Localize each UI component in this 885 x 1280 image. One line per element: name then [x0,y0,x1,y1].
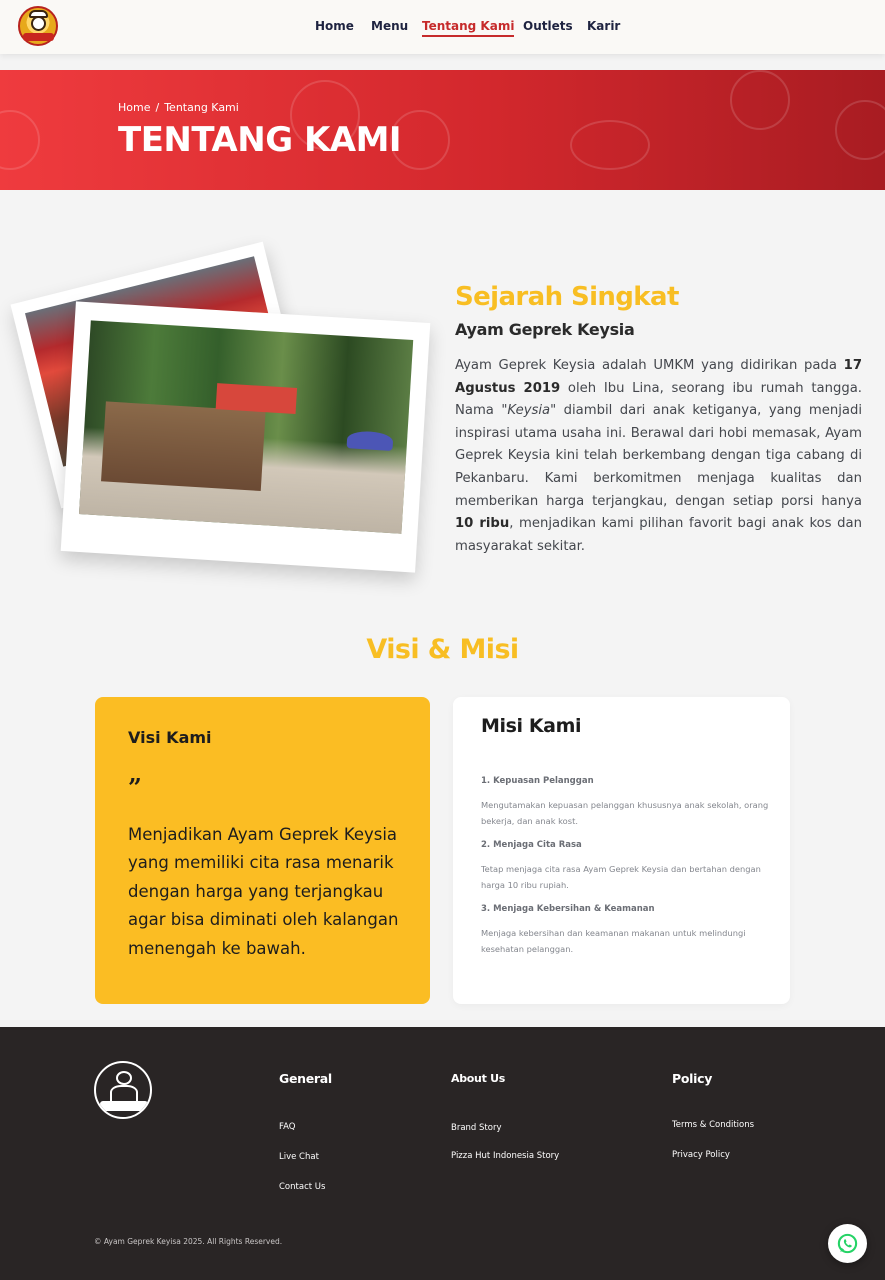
misi-item-body: Menjaga kebersihan dan keamanan makanan … [481,928,746,954]
sejarah-text: diambil dari anak ketiganya, yang menjad… [455,403,862,509]
breadcrumb: Home / Tentang Kami [118,101,239,114]
decor-shape [835,100,885,160]
site-header: Home Menu Tentang Kami Outlets Karir [0,0,885,54]
footer-policy-title: Policy [672,1071,713,1086]
footer-link-contact-us[interactable]: Contact Us [279,1182,325,1192]
breadcrumb-separator: / [155,101,160,114]
footer-link-pizza-hut-story[interactable]: Pizza Hut Indonesia Story [451,1151,559,1161]
quote-icon: ” [128,773,142,802]
misi-item-heading: 2. Menjaga Cita Rasa [481,840,582,850]
decor-shape [0,110,40,170]
sejarah-title: Sejarah Singkat [455,282,679,312]
nav-karir[interactable]: Karir [587,19,620,33]
sejarah-text: , menjadikan kami pilihan favorit bagi a… [455,516,862,554]
whatsapp-button[interactable] [828,1224,867,1263]
copyright: © Ayam Geprek Keyisa 2025. All Rights Re… [94,1237,283,1246]
decor-shape [570,120,650,170]
logo-banner [100,1101,148,1111]
page-title: TENTANG KAMI [118,120,402,160]
tent-shape [346,430,394,451]
breadcrumb-home[interactable]: Home [118,101,150,114]
hero-banner: Home / Tentang Kami TENTANG KAMI [0,70,885,190]
brand-name: "Keysia" [501,403,557,419]
main-nav: Home Menu Tentang Kami Outlets Karir [0,19,885,39]
visi-body: Menjadikan Ayam Geprek Keysia yang memil… [128,825,399,958]
site-footer: General FAQ Live Chat Contact Us About U… [0,1027,885,1280]
footer-link-live-chat[interactable]: Live Chat [279,1152,319,1162]
sejarah-text: Ayam Geprek Keysia adalah UMKM yang didi… [455,358,844,373]
visi-title: Visi Kami [128,728,212,747]
mascot-head-icon [116,1071,132,1085]
footer-logo[interactable] [94,1061,152,1119]
nav-menu[interactable]: Menu [371,19,408,33]
misi-item-heading: 3. Menjaga Kebersihan & Keamanan [481,904,655,914]
footer-link-privacy[interactable]: Privacy Policy [672,1150,730,1160]
footer-link-terms[interactable]: Terms & Conditions [672,1120,754,1130]
nav-outlets[interactable]: Outlets [523,19,573,33]
visi-misi-title: Visi & Misi [366,634,519,665]
nav-tentang-kami[interactable]: Tentang Kami [422,19,515,37]
footer-about-title: About Us [451,1072,505,1085]
photo-image [78,320,414,534]
whatsapp-icon [837,1233,858,1254]
footer-link-brand-story[interactable]: Brand Story [451,1123,501,1133]
sejarah-body: Ayam Geprek Keysia adalah UMKM yang didi… [455,355,862,558]
breadcrumb-current: Tentang Kami [164,101,239,114]
sejarah-subtitle: Ayam Geprek Keysia [455,320,635,339]
misi-item-body: Mengutamakan kepuasan pelanggan khususny… [481,800,769,826]
misi-item-heading: 1. Kepuasan Pelanggan [481,776,594,786]
decor-shape [730,70,790,130]
misi-item-body: Tetap menjaga cita rasa Ayam Geprek Keys… [481,864,761,890]
misi-card: Misi Kami 1. Kepuasan Pelanggan Mengutam… [453,697,790,1004]
stall-shape [101,401,266,492]
footer-link-faq[interactable]: FAQ [279,1122,295,1132]
price: 10 ribu [455,516,510,532]
nav-home[interactable]: Home [315,19,354,33]
visi-card: Visi Kami ” Menjadikan Ayam Geprek Keysi… [95,697,430,1004]
sign-shape [215,383,298,415]
storefront-photo-front [60,301,431,573]
footer-general-title: General [279,1071,332,1086]
misi-title: Misi Kami [481,715,582,737]
